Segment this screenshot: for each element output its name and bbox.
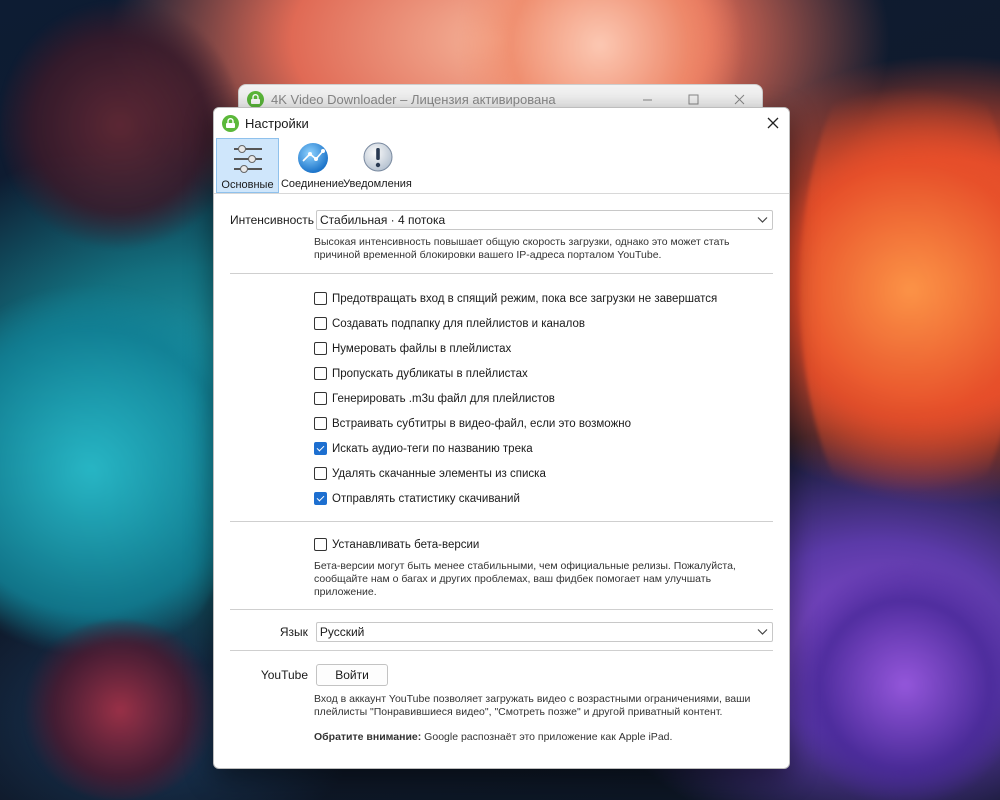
intensity-hint: Высокая интенсивность повышает общую ско…: [314, 236, 730, 261]
dialog-titlebar[interactable]: Настройки: [214, 108, 789, 138]
option-checkbox[interactable]: [314, 292, 327, 305]
option-checkbox-row[interactable]: Удалять скачанные элементы из списка: [314, 461, 773, 486]
option-checkbox-row[interactable]: Генерировать .m3u файл для плейлистов: [314, 386, 773, 411]
beta-label: Устанавливать бета-версии: [332, 538, 480, 551]
tab-notifications[interactable]: Уведомления: [343, 138, 412, 193]
option-checkbox[interactable]: [314, 392, 327, 405]
divider: [230, 650, 773, 651]
options-list: Предотвращать вход в спящий режим, пока …: [230, 286, 773, 511]
app-logo-icon: [222, 114, 239, 132]
divider: [230, 273, 773, 274]
youtube-note-text: Google распознаёт это приложение как App…: [421, 731, 673, 743]
option-label: Нумеровать файлы в плейлистах: [332, 342, 512, 355]
tab-connection[interactable]: Соединение: [281, 138, 344, 193]
option-checkbox-row[interactable]: Нумеровать файлы в плейлистах: [314, 336, 773, 361]
youtube-login-button[interactable]: Войти: [316, 664, 388, 686]
dialog-title: Настройки: [245, 115, 309, 131]
sliders-icon: [230, 142, 266, 176]
language-select[interactable]: Русский: [315, 622, 773, 642]
option-checkbox[interactable]: [314, 367, 327, 380]
chevron-down-icon: [757, 214, 768, 228]
intensity-select[interactable]: Стабильная · 4 потока: [316, 210, 773, 230]
option-checkbox-row[interactable]: Отправлять статистику скачиваний: [314, 486, 773, 511]
settings-dialog: Настройки Основные Соединение Уведомлени…: [213, 107, 790, 769]
option-checkbox-row[interactable]: Предотвращать вход в спящий режим, пока …: [314, 286, 773, 311]
option-checkbox[interactable]: [314, 317, 327, 330]
option-label: Создавать подпапку для плейлистов и кана…: [332, 317, 586, 330]
chevron-down-icon: [757, 626, 768, 640]
close-icon[interactable]: [757, 109, 789, 137]
globe-icon: [295, 141, 331, 175]
youtube-note: Обратите внимание: Google распознаёт это…: [314, 731, 764, 744]
option-label: Встраивать субтитры в видео-файл, если э…: [332, 417, 632, 430]
option-label: Удалять скачанные элементы из списка: [332, 467, 546, 480]
tab-label: Основные: [221, 179, 274, 191]
option-label: Отправлять статистику скачиваний: [332, 492, 520, 505]
divider: [230, 609, 773, 610]
background-window-title: 4K Video Downloader – Лицензия активиров…: [271, 91, 556, 107]
beta-checkbox[interactable]: [314, 538, 327, 551]
tab-label: Уведомления: [343, 178, 412, 190]
option-checkbox[interactable]: [314, 342, 327, 355]
beta-hint: Бета-версии могут быть менее стабильными…: [314, 560, 736, 598]
option-checkbox-row[interactable]: Встраивать субтитры в видео-файл, если э…: [314, 411, 773, 436]
youtube-label: YouTube: [260, 668, 308, 682]
alert-icon: [360, 141, 396, 175]
settings-tabs: Основные Соединение Уведомления: [214, 138, 789, 194]
divider: [230, 521, 773, 522]
option-label: Пропускать дубликаты в плейлистах: [332, 367, 528, 380]
option-checkbox[interactable]: [314, 467, 327, 480]
language-value: Русский: [319, 625, 365, 639]
option-label: Искать аудио-теги по названию трека: [332, 442, 533, 455]
option-label: Генерировать .m3u файл для плейлистов: [332, 392, 555, 405]
option-checkbox-row[interactable]: Искать аудио-теги по названию трека: [314, 436, 773, 461]
intensity-label: Интенсивность: [230, 213, 315, 227]
tab-label: Соединение: [280, 178, 345, 190]
option-checkbox[interactable]: [314, 492, 327, 505]
intensity-value: Стабильная · 4 потока: [320, 213, 446, 227]
option-checkbox[interactable]: [314, 417, 327, 430]
option-checkbox-row[interactable]: Создавать подпапку для плейлистов и кана…: [314, 311, 773, 336]
option-checkbox-row[interactable]: Пропускать дубликаты в плейлистах: [314, 361, 773, 386]
app-logo-icon: [247, 90, 264, 108]
beta-checkbox-row[interactable]: Устанавливать бета-версии: [314, 532, 773, 557]
tab-general[interactable]: Основные: [216, 138, 279, 193]
general-settings-panel: Интенсивность Стабильная · 4 потока Высо…: [214, 210, 789, 744]
youtube-hint: Вход в аккаунт YouTube позволяет загружа…: [314, 693, 751, 718]
option-label: Предотвращать вход в спящий режим, пока …: [332, 292, 718, 305]
youtube-note-bold: Обратите внимание:: [314, 731, 422, 743]
option-checkbox[interactable]: [314, 442, 327, 455]
language-label: Язык: [279, 625, 308, 639]
